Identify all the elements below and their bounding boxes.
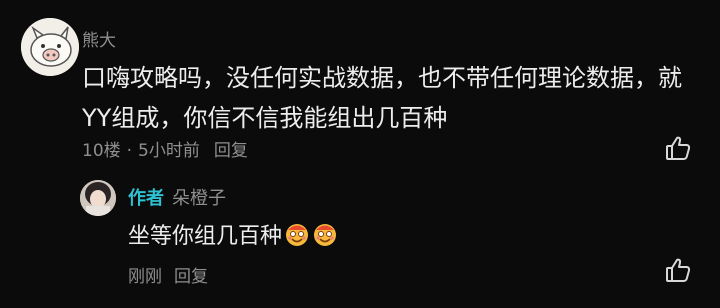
pig-avatar-icon xyxy=(21,18,79,76)
avatar[interactable] xyxy=(21,18,79,76)
reply-text: 坐等你组几百种 xyxy=(128,218,338,250)
reply-meta: 刚刚 回复 xyxy=(128,262,208,287)
comment-text-line-2: YY组成，你信不信我能组出几百种 xyxy=(82,104,448,132)
reply-avatar[interactable] xyxy=(80,180,116,216)
comment-username[interactable]: 熊大 xyxy=(82,26,116,51)
thumbs-up-icon xyxy=(666,136,691,160)
author-badge: 作者 xyxy=(128,188,164,209)
thumbs-up-icon xyxy=(666,258,691,282)
reply-like-button[interactable] xyxy=(664,256,692,284)
girl-avatar-icon xyxy=(80,180,116,216)
comment-text: 口嗨攻略吗，没任何实战数据，也不带任何理论数据，就 YY组成，你信不信我能组出几… xyxy=(82,58,692,138)
comment-text-line-1: 口嗨攻略吗，没任何实战数据，也不带任何理论数据，就 xyxy=(82,64,682,92)
dizzy-smile-emoji-icon xyxy=(284,221,310,247)
comment-time: 5小时前 xyxy=(138,141,200,161)
floor-number: 10楼 xyxy=(82,141,121,161)
reply-text-content: 坐等你组几百种 xyxy=(128,224,283,249)
comment-meta: 10楼 · 5小时前 回复 xyxy=(82,136,248,161)
meta-separator: · xyxy=(126,141,133,161)
like-button[interactable] xyxy=(664,134,692,162)
reply-button[interactable]: 回复 xyxy=(214,141,248,161)
reply-header: 作者 朵橙子 xyxy=(128,184,226,210)
dizzy-smile-emoji-icon xyxy=(312,221,338,247)
reply-time: 刚刚 xyxy=(128,267,162,287)
reply-username[interactable]: 朵橙子 xyxy=(172,188,226,209)
reply-reply-button[interactable]: 回复 xyxy=(174,267,208,287)
